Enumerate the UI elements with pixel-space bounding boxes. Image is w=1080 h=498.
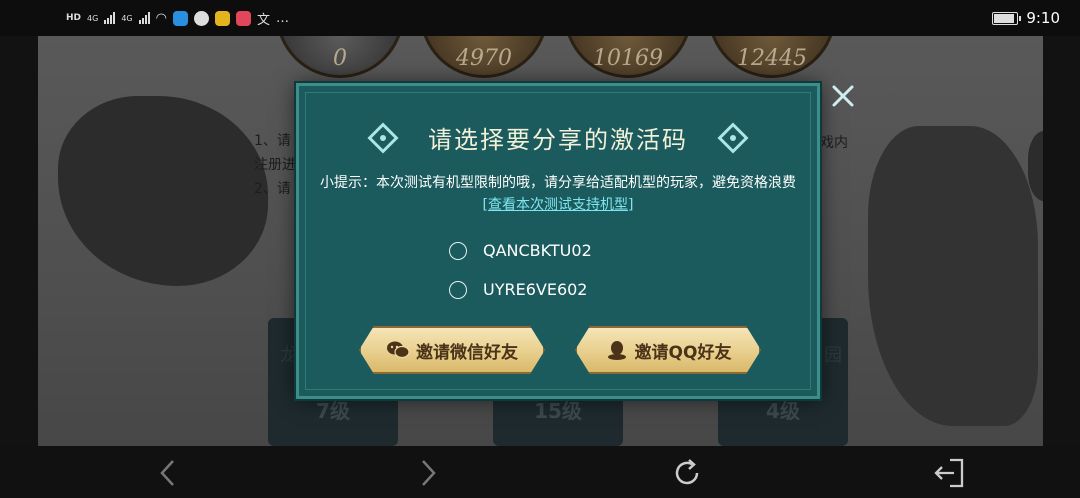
signal-label-1: 4G xyxy=(87,13,99,23)
invite-qq-label: 邀请QQ好友 xyxy=(634,342,732,363)
code-options: QANCBKTU02 UYRE6VE602 xyxy=(449,231,592,309)
code-label: QANCBKTU02 xyxy=(483,241,592,260)
dialog-title: 请选择要分享的激活码 xyxy=(428,126,688,154)
floating-island-right xyxy=(868,126,1038,426)
more-notifications: … xyxy=(275,10,289,26)
wechat-icon xyxy=(387,341,410,359)
share-code-dialog: 请选择要分享的激活码 小提示：本次测试有机型限制的哦，请分享给适配机型的玩家，避… xyxy=(296,83,820,399)
level-card-3-name: 园 xyxy=(824,345,842,366)
bg-rule-2: 注册进 xyxy=(254,157,296,173)
ornament-right-icon xyxy=(717,121,749,154)
invite-qq-button[interactable]: 邀请QQ好友 xyxy=(575,326,761,374)
battery-fill xyxy=(994,13,1015,23)
chevron-left-icon[interactable] xyxy=(152,456,186,490)
code-option-1[interactable]: QANCBKTU02 xyxy=(449,231,592,270)
bg-rule-right: 戏内 xyxy=(820,135,848,151)
app-icon-red xyxy=(235,10,251,26)
close-icon[interactable] xyxy=(830,83,856,109)
chevron-right-icon[interactable] xyxy=(410,456,444,490)
tip-text: 小提示：本次测试有机型限制的哦，请分享给适配机型的玩家，避免资格浪费 xyxy=(320,175,796,191)
right-gutter xyxy=(1043,36,1080,446)
app-icon-blue xyxy=(172,10,188,26)
score-4: 12445 xyxy=(737,46,807,71)
ornament-left-icon xyxy=(367,121,399,154)
left-gutter xyxy=(0,36,38,446)
status-icons: HD 4G 4G ◠ 文 … xyxy=(66,9,289,28)
score-medal-4: 12445 xyxy=(708,36,836,78)
level-card-1-level: 7级 xyxy=(316,399,350,423)
score-2: 4970 xyxy=(456,46,512,71)
score-3: 10169 xyxy=(593,46,663,71)
app-icon-s xyxy=(193,10,209,26)
refresh-icon[interactable] xyxy=(670,456,704,490)
status-bar: HD 4G 4G ◠ 文 … 9:10 xyxy=(0,0,1080,36)
hd-badge: HD xyxy=(66,13,82,23)
supported-models-link[interactable]: [查看本次测试支持机型] xyxy=(483,197,634,213)
floating-island-left xyxy=(58,96,268,286)
code-option-2[interactable]: UYRE6VE602 xyxy=(449,270,592,309)
app-icon-text: 文 xyxy=(256,12,270,28)
signal-label-2: 4G xyxy=(121,13,133,23)
app-icon-yellow xyxy=(214,10,230,26)
browser-nav-bar xyxy=(0,446,1080,498)
wifi-icon: ◠ xyxy=(155,10,167,26)
radio-button[interactable] xyxy=(449,280,467,299)
score-medal-1: 0 xyxy=(276,36,404,78)
bg-rule-3: 2、请 xyxy=(254,181,291,197)
invite-wechat-button[interactable]: 邀请微信好友 xyxy=(359,326,545,374)
battery-icon xyxy=(992,11,1022,25)
signal-icon xyxy=(104,12,116,24)
qq-icon xyxy=(607,341,626,360)
bg-rule-1: 1、请 xyxy=(254,133,291,149)
level-card-3-level: 4级 xyxy=(766,399,800,423)
level-card-2-level: 15级 xyxy=(534,399,582,423)
status-right: 9:10 xyxy=(992,9,1060,27)
signal-icon-2 xyxy=(138,12,150,24)
score-medal-2: 4970 xyxy=(420,36,548,78)
invite-wechat-label: 邀请微信好友 xyxy=(416,342,518,363)
radio-button[interactable] xyxy=(449,241,467,260)
score-1: 0 xyxy=(333,46,347,71)
dialog-header: 请选择要分享的激活码 xyxy=(299,120,817,155)
code-label: UYRE6VE602 xyxy=(483,280,588,299)
score-medal-3: 10169 xyxy=(564,36,692,78)
exit-icon[interactable] xyxy=(932,456,966,490)
dialog-tip: 小提示：本次测试有机型限制的哦，请分享给适配机型的玩家，避免资格浪费 [查看本次测… xyxy=(319,172,797,216)
clock: 9:10 xyxy=(1026,9,1060,27)
